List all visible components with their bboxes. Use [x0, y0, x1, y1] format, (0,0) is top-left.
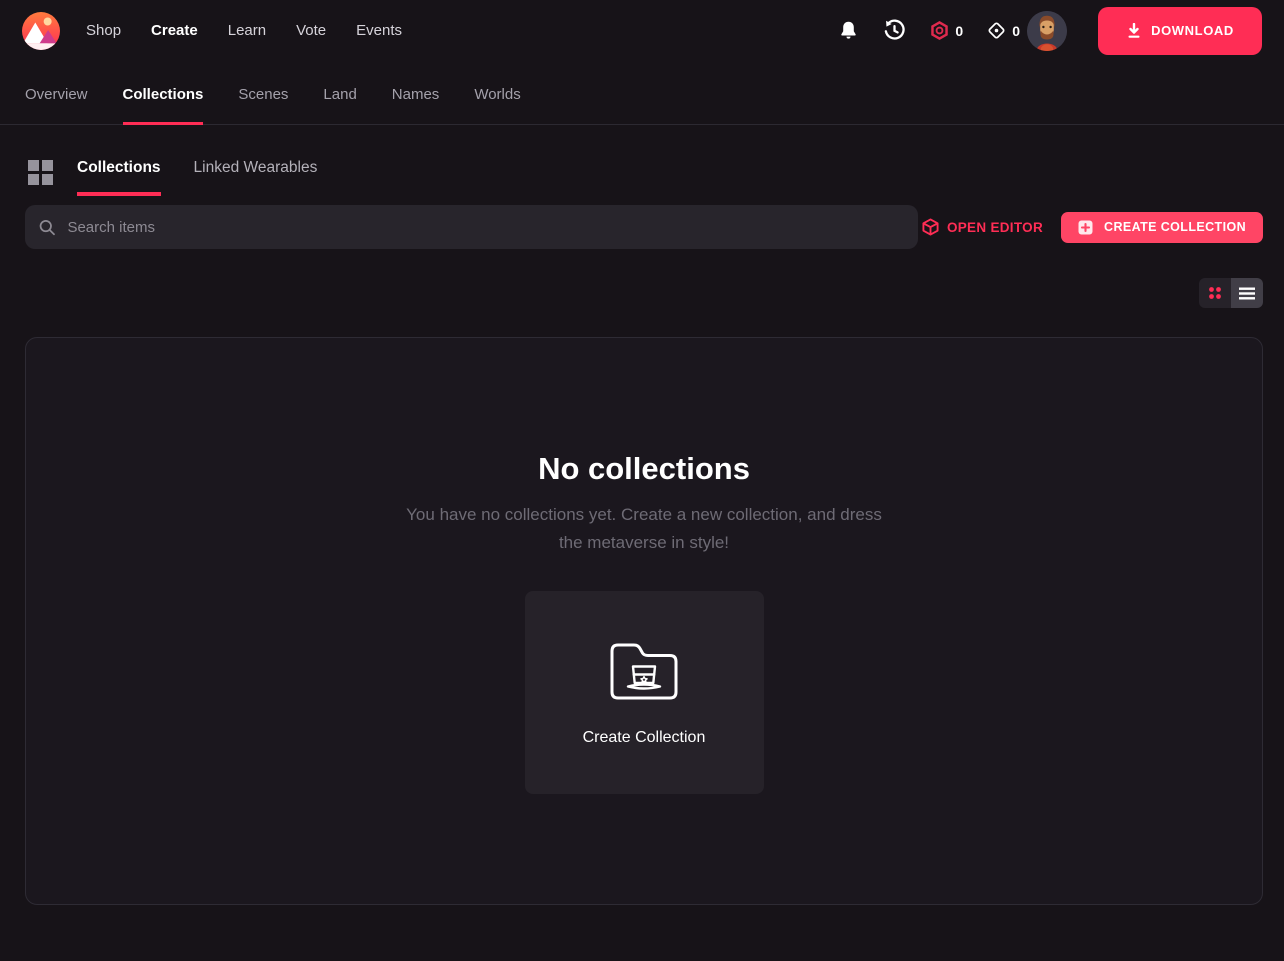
user-avatar[interactable]: [1027, 11, 1067, 51]
topbar-right: 0 0 DOWN: [840, 7, 1262, 55]
search-box[interactable]: [25, 205, 918, 249]
list-view-toggle-icon[interactable]: [1231, 278, 1263, 308]
create-collection-card[interactable]: Create Collection: [525, 591, 764, 794]
notifications-bell-icon[interactable]: [840, 21, 857, 40]
collections-toolbar: OPEN EDITOR CREATE COLLECTION: [25, 205, 1263, 249]
create-collection-card-label: Create Collection: [583, 729, 706, 747]
nav-item-learn[interactable]: Learn: [228, 22, 266, 39]
toolbar-actions: OPEN EDITOR CREATE COLLECTION: [922, 212, 1263, 243]
top-navbar: Shop Create Learn Vote Events 0: [0, 0, 1284, 61]
subtab-linked-wearables[interactable]: Linked Wearables: [194, 159, 318, 196]
cube-icon: [922, 218, 939, 236]
subtab-collections[interactable]: Collections: [77, 159, 161, 196]
nav-item-events[interactable]: Events: [356, 22, 402, 39]
activity-history-icon[interactable]: [883, 19, 906, 42]
grid-squares-icon[interactable]: [28, 160, 53, 190]
view-mode-row: [25, 278, 1263, 308]
download-icon: [1126, 23, 1142, 39]
mana-balance[interactable]: 0: [930, 21, 963, 40]
create-collection-button[interactable]: CREATE COLLECTION: [1061, 212, 1263, 243]
nav-item-shop[interactable]: Shop: [86, 22, 121, 39]
mana-amount: 0: [955, 23, 963, 39]
tab-worlds[interactable]: Worlds: [474, 77, 520, 125]
empty-state-title: No collections: [538, 451, 750, 487]
view-mode-toggle: [1199, 278, 1263, 308]
matic-token-icon: [987, 21, 1006, 40]
nav-item-vote[interactable]: Vote: [296, 22, 326, 39]
tab-collections[interactable]: Collections: [123, 77, 204, 125]
grid-view-toggle-icon[interactable]: [1199, 278, 1231, 308]
decentraland-logo-icon[interactable]: [22, 12, 60, 50]
empty-state-description: You have no collections yet. Create a ne…: [406, 501, 882, 557]
search-input[interactable]: [67, 219, 904, 236]
nav-item-create[interactable]: Create: [151, 22, 198, 39]
tab-land[interactable]: Land: [323, 77, 356, 125]
collections-subtabs: Collections Linked Wearables: [25, 159, 1263, 196]
collections-page: Collections Linked Wearables OPEN EDITOR: [0, 159, 1284, 905]
matic-amount: 0: [1012, 23, 1020, 39]
open-editor-button[interactable]: OPEN EDITOR: [922, 218, 1043, 236]
folder-with-hat-icon: [604, 638, 684, 707]
search-icon: [39, 219, 55, 236]
download-button[interactable]: DOWNLOAD: [1098, 7, 1262, 55]
mana-token-icon: [930, 21, 949, 40]
collections-panel: No collections You have no collections y…: [25, 337, 1263, 905]
tab-names[interactable]: Names: [392, 77, 440, 125]
primary-nav: Shop Create Learn Vote Events: [86, 22, 402, 39]
matic-mana-balance[interactable]: 0: [987, 21, 1020, 40]
tab-overview[interactable]: Overview: [25, 77, 88, 125]
builder-tabs: Overview Collections Scenes Land Names W…: [0, 77, 1284, 125]
plus-square-icon: [1078, 220, 1093, 235]
tab-scenes[interactable]: Scenes: [238, 77, 288, 125]
